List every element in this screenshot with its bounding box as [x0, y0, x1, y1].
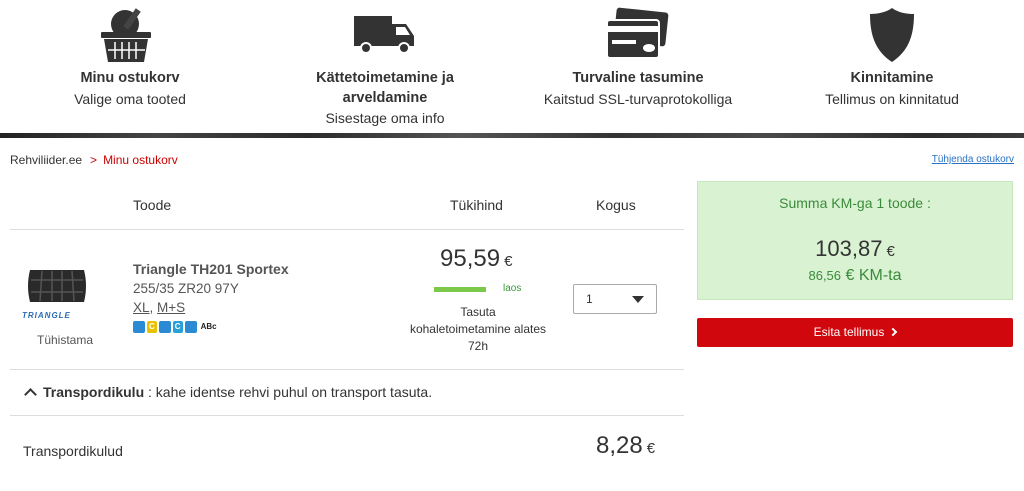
wet-grip-badge: C	[172, 321, 183, 333]
step-title: Minu ostukorv	[80, 70, 180, 86]
wet-grip-icon	[158, 321, 171, 333]
remove-item-link[interactable]: Tühistama	[37, 333, 93, 347]
transport-cost-currency: €	[646, 440, 656, 457]
chevron-right-icon	[889, 327, 898, 337]
column-header-product: Toode	[133, 197, 172, 213]
unit-price: 95,59 €	[440, 245, 512, 273]
shipping-info: Tasuta kohaletoimetamine alates 72h	[398, 304, 558, 355]
column-header-quantity: Kogus	[596, 197, 636, 213]
transport-cost: 8,28 €	[596, 432, 655, 460]
step-title: Turvaline tasumine	[572, 70, 704, 86]
order-summary: Summa KM-ga 1 toode : 103,87 € 86,56 € KM…	[697, 181, 1013, 300]
summary-net-value: 86,56	[808, 268, 842, 283]
product-specs: XL, M+S	[133, 300, 186, 315]
row-divider	[10, 229, 684, 230]
column-header-unit-price: Tükihind	[450, 197, 503, 213]
basket-icon	[101, 8, 151, 62]
unit-price-currency: €	[504, 253, 513, 270]
product-size: 255/35 ZR20 97Y	[133, 281, 239, 296]
transport-cost-label: Transpordikulud	[23, 443, 123, 459]
summary-total: 103,87 €	[698, 236, 1012, 262]
credit-card-icon	[606, 7, 669, 59]
transport-note-text: : kahe identse rehvi puhul on transport …	[144, 384, 433, 400]
quantity-value: 1	[586, 292, 593, 306]
tyre-image[interactable]	[22, 266, 92, 306]
transport-cost-value: 8,28	[596, 432, 643, 459]
step-title: Kättetoimetamine ja	[316, 70, 454, 86]
step-title-line2: arveldamine	[342, 90, 428, 106]
shipping-line: Tasuta	[460, 305, 496, 319]
brand-logo: TRIANGLE	[22, 311, 71, 320]
stock-status: laos	[503, 283, 522, 294]
submit-order-label: Esita tellimus	[813, 325, 885, 339]
transport-note[interactable]: Transpordikulu : kahe identse rehvi puhu…	[24, 384, 433, 401]
fuel-rating-badge: C	[147, 321, 157, 333]
row-divider	[10, 415, 684, 416]
product-name[interactable]: Triangle TH201 Sportex	[133, 261, 289, 277]
eu-label-badges: C C ABc	[133, 321, 219, 333]
quantity-select[interactable]: 1	[573, 284, 657, 314]
empty-cart-link[interactable]: Tühjenda ostukorv	[932, 154, 1014, 165]
breadcrumb: Rehviliider.ee > Minu ostukorv	[10, 153, 178, 167]
transport-note-label: Transpordikulu	[43, 384, 145, 400]
noise-badge: ABc	[198, 321, 219, 333]
step-subtitle: Sisestage oma info	[325, 110, 445, 126]
shipping-line: 72h	[467, 339, 489, 353]
shield-icon	[870, 8, 914, 62]
breadcrumb-current: Minu ostukorv	[103, 153, 178, 167]
step-subtitle: Tellimus on kinnitatud	[825, 91, 959, 107]
summary-total-currency: €	[886, 243, 895, 260]
summary-heading: Summa KM-ga 1 toode :	[779, 195, 931, 211]
summary-net-suffix: € KM-ta	[845, 267, 902, 284]
step-subtitle: Kaitstud SSL-turvaprotokolliga	[543, 91, 733, 107]
summary-total-value: 103,87	[815, 236, 883, 261]
delivery-van-icon	[354, 16, 414, 54]
chevron-up-icon	[24, 388, 37, 401]
submit-order-button[interactable]: Esita tellimus	[697, 318, 1013, 347]
shipping-line: kohaletoimetamine alates	[409, 322, 547, 336]
xl-label: XL	[133, 300, 150, 315]
summary-net: 86,56 € KM-ta	[698, 267, 1012, 285]
header-divider	[0, 133, 1024, 138]
chevron-down-icon	[632, 296, 644, 303]
unit-price-value: 95,59	[440, 245, 501, 272]
breadcrumb-separator: >	[90, 153, 98, 167]
breadcrumb-home[interactable]: Rehviliider.ee	[10, 153, 82, 167]
stock-bar	[434, 287, 486, 292]
fuel-icon	[133, 321, 145, 333]
step-title: Kinnitamine	[850, 70, 934, 86]
step-subtitle: Valige oma tooted	[74, 91, 186, 107]
noise-icon	[184, 321, 197, 333]
ms-label: M+S	[157, 300, 186, 315]
row-divider	[10, 369, 684, 370]
